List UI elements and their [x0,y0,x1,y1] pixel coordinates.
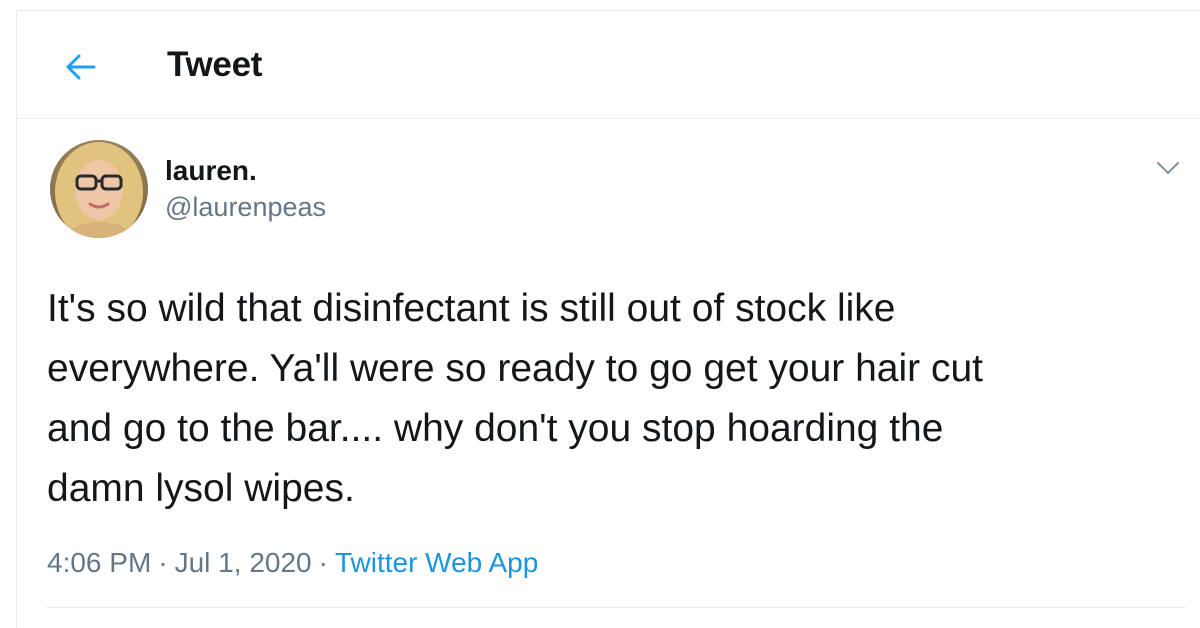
tweet-time[interactable]: 4:06 PM [47,547,151,578]
avatar[interactable] [50,140,148,238]
page-title: Tweet [167,45,263,84]
author-name[interactable]: lauren. [165,157,257,185]
separator: · [158,547,168,578]
page-header: Tweet [17,11,1200,119]
avatar-image [50,140,148,238]
tweet-meta: 4:06 PM · Jul 1, 2020 · Twitter Web App [47,549,538,577]
chevron-down-icon [1156,161,1180,175]
back-button[interactable] [51,41,111,93]
tweet-page: Tweet lauren. @laurenpeas It's so wild t… [16,10,1200,628]
tweet-date[interactable]: Jul 1, 2020 [175,547,312,578]
author-handle[interactable]: @laurenpeas [165,194,326,221]
arrow-left-icon [66,54,96,80]
tweet-text: It's so wild that disinfectant is still … [47,287,983,510]
tweet-source-link[interactable]: Twitter Web App [335,547,538,578]
tweet-menu-button[interactable] [1151,151,1185,185]
separator: · [318,547,328,578]
divider [47,607,1185,608]
